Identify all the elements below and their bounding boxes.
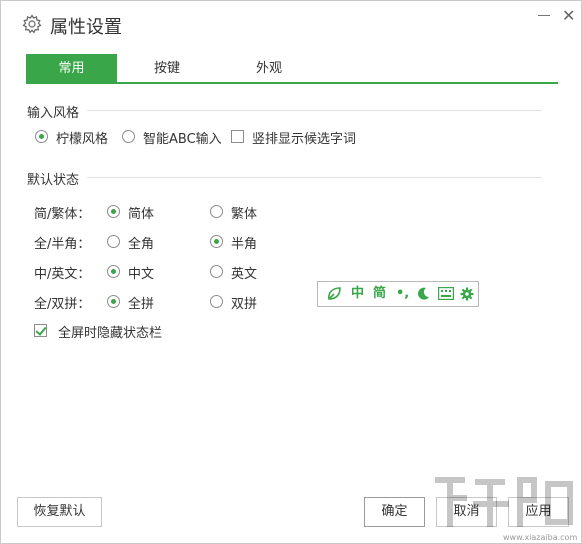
minimize-button[interactable] [538,15,550,17]
halfwidth-label: 半角 [231,237,258,252]
chinese-label: 中文 [128,267,155,282]
punct-indicator: •, [396,286,410,301]
fullwidth-label: 全角 [128,237,155,252]
fullwidth-radio[interactable] [107,235,120,248]
input-style-title: 输入风格 [27,106,80,121]
keyboard-icon [437,286,455,306]
english-radio[interactable] [210,265,223,278]
cn-en-label: 中/英文： [34,267,91,282]
section-divider [87,177,542,178]
full-half-label: 全/半角： [34,237,91,252]
lang-indicator: 中 [351,286,365,301]
vertical-candidates-checkbox[interactable] [231,130,244,143]
hide-statusbar-checkbox[interactable] [34,324,47,337]
restore-defaults-button[interactable]: 恢复默认 [17,497,102,527]
moon-icon [416,287,430,307]
section-divider [87,110,542,111]
status-bar-preview: 中 简 •, [317,281,479,307]
simp-trad-label: 简/繁体： [34,207,91,222]
close-button[interactable]: ✕ [562,8,575,24]
tab-appearance[interactable]: 外观 [229,54,309,84]
hide-statusbar-label: 全屏时隐藏状态栏 [58,326,163,341]
style-lemon-label: 柠檬风格 [56,132,109,147]
gear-icon [460,287,474,307]
charset-indicator: 简 [373,286,387,301]
double-pinyin-label: 双拼 [231,297,258,312]
settings-window: 属性设置 ✕ 常用 按键 外观 输入风格 柠檬风格 智能ABC输入 竖排显示候选… [0,0,582,544]
full-pinyin-label: 全拼 [128,297,155,312]
leaf-icon [326,286,342,308]
english-label: 英文 [231,267,258,282]
double-pinyin-radio[interactable] [210,295,223,308]
tab-bar: 常用 按键 外观 [26,54,558,84]
style-abc-radio[interactable] [122,130,135,143]
tab-general[interactable]: 常用 [26,54,117,84]
full-double-pinyin-label: 全/双拼： [34,297,91,312]
watermark-site: www.xiazaiba.com [503,533,578,542]
style-abc-label: 智能ABC输入 [143,132,222,147]
style-lemon-radio[interactable] [35,130,48,143]
simplified-radio[interactable] [107,205,120,218]
default-state-title: 默认状态 [27,173,80,188]
traditional-label: 繁体 [231,207,258,222]
simplified-label: 简体 [128,207,155,222]
gear-icon [22,14,42,34]
full-pinyin-radio[interactable] [107,295,120,308]
window-title: 属性设置 [50,17,122,38]
vertical-candidates-label: 竖排显示候选字词 [252,132,357,147]
traditional-radio[interactable] [210,205,223,218]
chinese-radio[interactable] [107,265,120,278]
halfwidth-radio[interactable] [210,235,223,248]
ok-button[interactable]: 确定 [364,497,425,527]
tab-keys[interactable]: 按键 [127,54,207,84]
